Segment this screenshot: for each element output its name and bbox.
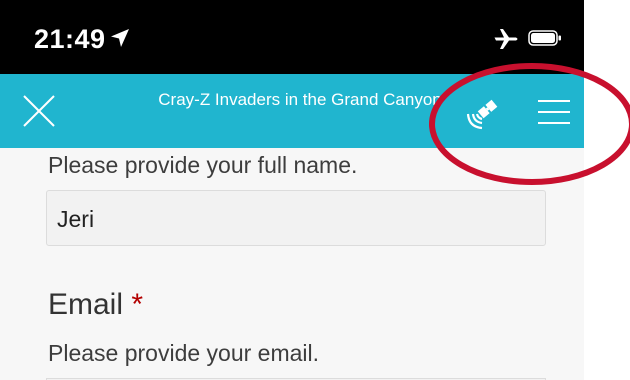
status-time: 21:49 bbox=[34, 24, 106, 54]
survey-title: Cray-Z Invaders in the Grand Canyon bbox=[158, 90, 442, 109]
hamburger-menu-icon[interactable] bbox=[536, 96, 572, 128]
airplane-mode-icon bbox=[494, 29, 518, 49]
name-hint: Please provide your full name. bbox=[48, 152, 358, 178]
location-arrow-icon bbox=[111, 29, 129, 47]
battery-icon bbox=[528, 30, 561, 46]
phone-screen: 21:49 Cray-Z Invaders in the Grand Canyo… bbox=[0, 0, 584, 380]
name-field[interactable]: Jeri bbox=[46, 190, 546, 246]
email-label: Email * bbox=[48, 288, 143, 322]
email-hint: Please provide your email. bbox=[48, 340, 320, 366]
close-icon[interactable] bbox=[22, 94, 56, 128]
status-bar: 21:49 bbox=[0, 0, 584, 74]
satellite-icon[interactable] bbox=[462, 92, 506, 132]
email-label-text: Email bbox=[48, 288, 124, 321]
survey-form: Please provide your full name. Jeri Emai… bbox=[0, 148, 584, 380]
app-nav-bar: Cray-Z Invaders in the Grand Canyon bbox=[0, 74, 584, 148]
required-marker: * bbox=[131, 288, 144, 321]
